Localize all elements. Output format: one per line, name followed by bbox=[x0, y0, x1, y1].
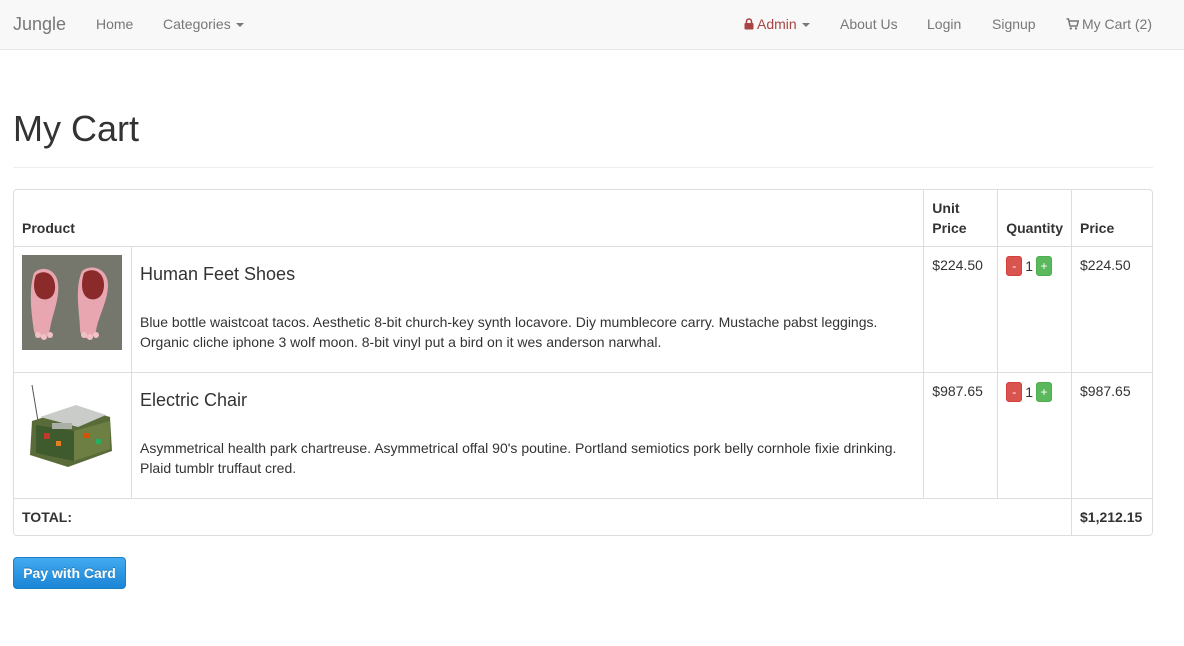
product-image-shoes[interactable] bbox=[22, 255, 122, 350]
product-name[interactable]: Human Feet Shoes bbox=[140, 263, 915, 285]
header-quantity: Quantity bbox=[997, 190, 1071, 247]
quantity-value: 1 bbox=[1025, 258, 1034, 275]
table-header-row: Product Unit Price Quantity Price bbox=[14, 190, 1152, 247]
product-description: Asymmetrical health park chartreuse. Asy… bbox=[139, 440, 897, 476]
nav-signup[interactable]: Signup bbox=[992, 15, 1036, 33]
nav-about[interactable]: About Us bbox=[840, 15, 898, 33]
lock-icon bbox=[744, 18, 754, 30]
increase-quantity-button[interactable]: + bbox=[1036, 382, 1053, 403]
nav-my-cart[interactable]: My Cart (2) bbox=[1066, 15, 1152, 33]
header-product: Product bbox=[14, 190, 924, 247]
product-image-cell bbox=[14, 247, 131, 373]
nav-home[interactable]: Home bbox=[96, 15, 133, 33]
table-row: Electric Chair Asymmetrical health park … bbox=[14, 373, 1152, 499]
nav-categories-dropdown[interactable]: Categories bbox=[163, 15, 244, 33]
total-value: $1,212.15 bbox=[1071, 499, 1152, 535]
table-row: Human Feet Shoes Blue bottle waistcoat t… bbox=[14, 247, 1152, 373]
line-price: $987.65 bbox=[1071, 373, 1152, 499]
product-description: Blue bottle waistcoat tacos. Aesthetic 8… bbox=[139, 314, 878, 350]
chevron-down-icon bbox=[235, 23, 244, 28]
decrease-quantity-button[interactable]: - bbox=[1006, 256, 1023, 277]
unit-price: $987.65 bbox=[923, 373, 998, 499]
header-price: Price bbox=[1071, 190, 1152, 247]
nav-login[interactable]: Login bbox=[927, 15, 961, 33]
product-name[interactable]: Electric Chair bbox=[140, 389, 915, 411]
nav-admin-dropdown[interactable]: Admin bbox=[744, 15, 810, 33]
page-header: My Cart bbox=[13, 108, 1153, 168]
product-info-cell: Electric Chair Asymmetrical health park … bbox=[130, 373, 924, 499]
page-title: My Cart bbox=[13, 108, 139, 149]
shoes-image bbox=[22, 255, 122, 350]
cart-icon bbox=[1066, 18, 1079, 30]
chevron-down-icon bbox=[801, 23, 810, 28]
decrease-quantity-button[interactable]: - bbox=[1006, 382, 1023, 403]
product-image-cell bbox=[14, 373, 131, 499]
pay-with-card-button[interactable]: Pay with Card bbox=[13, 557, 126, 589]
quantity-cell: -1 + bbox=[997, 373, 1071, 499]
product-image-chair[interactable] bbox=[22, 381, 122, 476]
quantity-value: 1 bbox=[1025, 384, 1034, 401]
nav-admin-label: Admin bbox=[757, 16, 797, 32]
navbar: Jungle Home Categories Admin About Us Lo… bbox=[0, 0, 1184, 50]
header-unit-price-line1: Unit bbox=[932, 200, 960, 216]
increase-quantity-button[interactable]: + bbox=[1036, 256, 1053, 277]
brand-logo[interactable]: Jungle bbox=[13, 12, 66, 36]
unit-price: $224.50 bbox=[923, 247, 998, 373]
total-label: TOTAL: bbox=[22, 509, 73, 525]
cart-table: Product Unit Price Quantity Price Human … bbox=[13, 189, 1153, 536]
header-unit-price: Unit Price bbox=[923, 190, 998, 247]
header-unit-price-line2: Price bbox=[932, 220, 967, 236]
nav-my-cart-label: My Cart (2) bbox=[1082, 16, 1152, 32]
chair-image bbox=[22, 381, 122, 476]
quantity-cell: -1 + bbox=[997, 247, 1071, 373]
nav-categories-label: Categories bbox=[163, 16, 231, 32]
total-row: TOTAL: $1,212.15 bbox=[14, 499, 1152, 535]
line-price: $224.50 bbox=[1071, 247, 1152, 373]
product-info-cell: Human Feet Shoes Blue bottle waistcoat t… bbox=[130, 247, 924, 373]
